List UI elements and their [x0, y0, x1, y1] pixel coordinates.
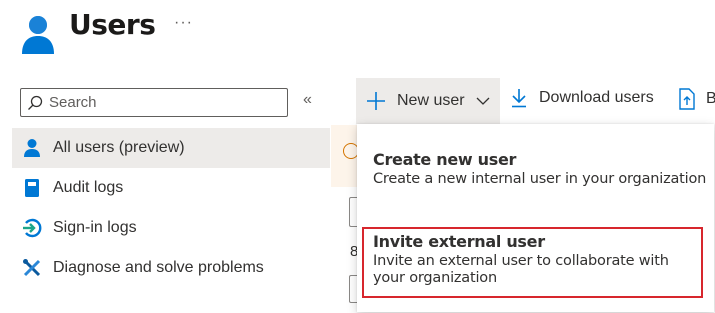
sidebar-item-label: All users (preview)	[53, 139, 185, 156]
collapse-sidebar-button[interactable]: «	[303, 91, 312, 109]
sidebar-item-diagnose[interactable]: Diagnose and solve problems	[12, 248, 330, 288]
menu-item-create-new-user[interactable]: Create new user Create a new internal us…	[357, 150, 714, 188]
sidebar-nav: All users (preview) Audit logs Sign-in l…	[12, 128, 330, 288]
download-users-label: Download users	[539, 89, 654, 106]
menu-item-description: Create a new internal user in your organ…	[373, 171, 707, 187]
download-users-button[interactable]: Download users	[510, 88, 654, 108]
sidebar-item-all-users[interactable]: All users (preview)	[12, 128, 330, 168]
users-icon	[22, 16, 54, 54]
search-input[interactable]	[49, 94, 279, 111]
search-icon	[28, 95, 43, 110]
sidebar-item-label: Audit logs	[53, 179, 124, 196]
wrench-icon	[21, 257, 43, 279]
audit-log-icon	[21, 177, 43, 199]
bulk-operations-button[interactable]: B	[677, 88, 715, 110]
new-user-button[interactable]: New user	[356, 78, 500, 124]
search-box[interactable]	[20, 88, 288, 117]
download-icon	[512, 89, 526, 108]
sidebar-item-label: Diagnose and solve problems	[53, 259, 264, 276]
menu-item-description: Invite an external user to collaborate w…	[373, 253, 669, 286]
plus-icon	[367, 92, 385, 110]
bulk-operations-icon	[679, 88, 695, 110]
page-title: Users	[69, 8, 156, 41]
bulk-operations-label: B	[706, 90, 715, 107]
new-user-label: New user	[397, 92, 465, 109]
menu-item-title: Create new user	[373, 150, 517, 169]
new-user-dropdown-menu: Create new user Create a new internal us…	[357, 124, 714, 312]
more-options-button[interactable]: ···	[174, 14, 193, 32]
sidebar-item-label: Sign-in logs	[53, 219, 137, 236]
sign-in-icon	[21, 217, 43, 239]
sidebar-item-audit-logs[interactable]: Audit logs	[12, 168, 330, 208]
sidebar-item-sign-in-logs[interactable]: Sign-in logs	[12, 208, 330, 248]
menu-item-title: Invite external user	[373, 232, 545, 251]
menu-item-invite-external-user[interactable]: Invite external user Invite an external …	[357, 232, 714, 287]
chevron-down-icon	[476, 97, 490, 105]
user-icon	[21, 137, 43, 159]
